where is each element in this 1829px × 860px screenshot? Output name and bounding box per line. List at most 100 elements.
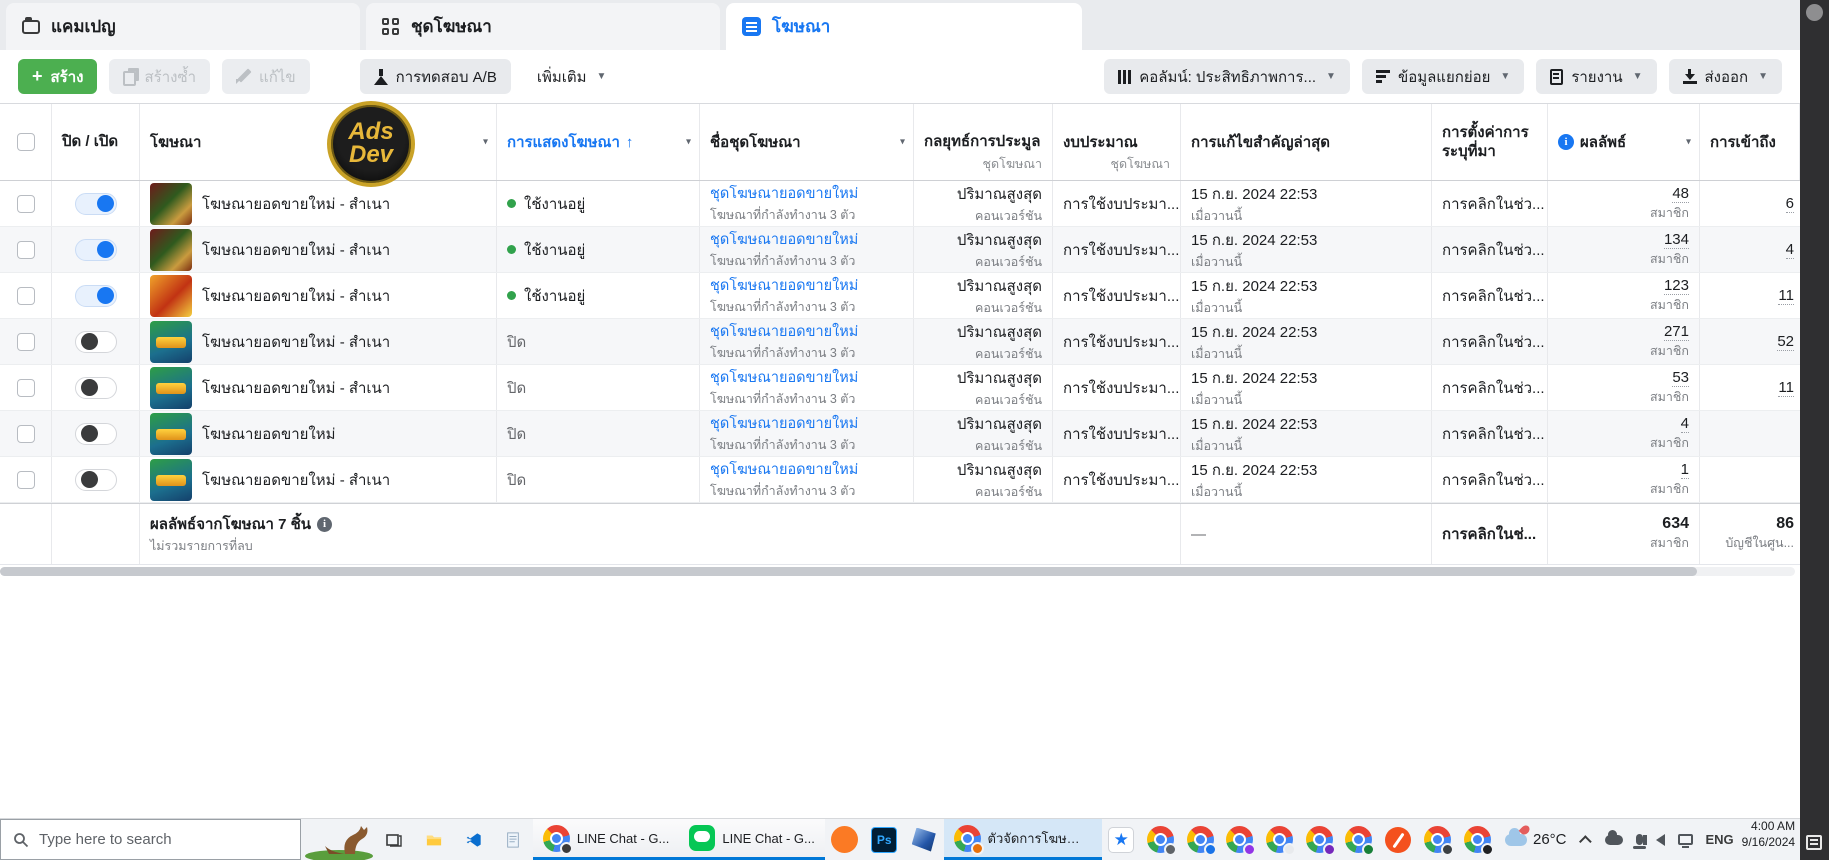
tray-expand-icon[interactable]	[1578, 835, 1592, 848]
ad-toggle[interactable]	[74, 238, 117, 261]
ab-test-button[interactable]: การทดสอบ A/B	[359, 59, 511, 94]
tab-ads[interactable]: โฆษณา	[726, 3, 1082, 50]
tab-ads-label: โฆษณา	[772, 17, 831, 36]
row-checkbox[interactable]	[16, 194, 35, 213]
horizontal-scrollbar-handle[interactable]	[0, 567, 1697, 576]
window-ads-manager[interactable]: ตัวจัดการโฆษณา...	[943, 819, 1102, 860]
network-icon[interactable]	[1677, 834, 1693, 848]
header-reach[interactable]: การเข้าถึง	[1700, 104, 1800, 180]
sort-caret-icon[interactable]: ▾	[686, 137, 691, 148]
blue-app-button[interactable]	[904, 819, 944, 860]
microphone-icon[interactable]	[1632, 834, 1646, 849]
active-dot-icon	[507, 245, 516, 254]
create-button[interactable]: + สร้าง	[18, 59, 98, 94]
speaker-icon[interactable]	[1642, 833, 1665, 846]
file-explorer-button[interactable]	[414, 819, 454, 860]
sort-caret-icon[interactable]: ▾	[1686, 137, 1691, 148]
ad-toggle[interactable]	[74, 192, 117, 215]
chrome-profile-button[interactable]	[1220, 819, 1260, 860]
adset-link[interactable]: ชุดโฆษณายอดขายใหม่	[710, 182, 903, 205]
chevron-down-icon: ▼	[596, 71, 607, 82]
sort-caret-icon[interactable]: ▾	[900, 137, 905, 148]
ad-name[interactable]: โฆษณายอดขายใหม่ - สำเนา	[202, 330, 390, 354]
last-edited: 15 ก.ย. 2024 22:53	[1191, 277, 1318, 295]
adset-link[interactable]: ชุดโฆษณายอดขายใหม่	[710, 458, 903, 481]
adset-link[interactable]: ชุดโฆษณายอดขายใหม่	[710, 366, 903, 389]
adset-link[interactable]: ชุดโฆษณายอดขายใหม่	[710, 274, 903, 297]
chrome-profile-button[interactable]	[1141, 819, 1181, 860]
vscode-button[interactable]	[454, 819, 494, 860]
chrome-icon	[953, 824, 984, 855]
chrome-profile-button[interactable]	[1260, 819, 1300, 860]
chrome-icon	[1226, 826, 1257, 856]
ad-toggle[interactable]	[74, 284, 117, 307]
header-results[interactable]: i ผลลัพธ์ ▾	[1548, 104, 1700, 180]
breakdown-button[interactable]: ข้อมูลแยกย่อย ▼	[1361, 59, 1525, 94]
row-checkbox[interactable]	[16, 378, 35, 397]
row-checkbox[interactable]	[16, 332, 35, 351]
ad-name[interactable]: โฆษณายอดขายใหม่ - สำเนา	[202, 238, 390, 262]
taskbar-search[interactable]: Type here to search	[0, 819, 302, 860]
summary-last-edit: —	[1191, 525, 1206, 543]
info-icon[interactable]: i	[317, 516, 333, 532]
language-indicator[interactable]: ENG	[1706, 832, 1734, 847]
ad-name[interactable]: โฆษณายอดขายใหม่ - สำเนา	[202, 284, 390, 308]
header-attribution[interactable]: การตั้งค่าการระบุที่มา	[1432, 104, 1548, 180]
ad-toggle[interactable]	[74, 376, 117, 399]
reach-value: 52	[1777, 332, 1794, 351]
ad-toggle[interactable]	[74, 422, 117, 445]
ad-toggle[interactable]	[74, 330, 117, 353]
chrome-profile-button[interactable]	[1418, 819, 1458, 860]
row-checkbox[interactable]	[16, 470, 35, 489]
action-center-icon[interactable]	[1806, 835, 1822, 850]
ad-name[interactable]: โฆษณายอดขายใหม่	[202, 422, 336, 446]
photoshop-button[interactable]: Ps	[864, 819, 904, 860]
scroll-knob[interactable]	[1806, 4, 1823, 21]
duplicate-button[interactable]: สร้างซ้ำ	[109, 59, 211, 94]
more-button[interactable]: เพิ่มเติม ▼	[523, 59, 621, 94]
pen-app-button[interactable]	[1378, 819, 1418, 860]
xampp-button[interactable]	[825, 819, 865, 860]
header-last-edit[interactable]: การแก้ไขสำคัญล่าสุด	[1181, 104, 1432, 180]
header-budget[interactable]: งบประมาณ ชุดโฆษณา	[1053, 104, 1181, 180]
row-checkbox[interactable]	[16, 424, 35, 443]
header-ads[interactable]: โฆษณา ▾	[140, 104, 497, 180]
ad-name[interactable]: โฆษณายอดขายใหม่ - สำเนา	[202, 468, 390, 492]
window-line-chat-chrome[interactable]: LINE Chat - G...	[532, 819, 680, 860]
star-app-button[interactable]: ★	[1102, 819, 1142, 860]
header-bid-strategy[interactable]: กลยุทธ์การประมูล ชุดโฆษณา	[914, 104, 1053, 180]
weather-widget[interactable]: 26°C	[1497, 819, 1575, 860]
ad-name[interactable]: โฆษณายอดขายใหม่ - สำเนา	[202, 192, 390, 216]
columns-button[interactable]: คอลัมน์: ประสิทธิภาพการ... ▼	[1104, 59, 1350, 94]
adset-link[interactable]: ชุดโฆษณายอดขายใหม่	[710, 228, 903, 251]
ad-toggle[interactable]	[74, 468, 117, 491]
row-checkbox[interactable]	[16, 240, 35, 259]
chrome-profile-button[interactable]	[1339, 819, 1379, 860]
chrome-profile-button[interactable]	[1181, 819, 1221, 860]
row-checkbox[interactable]	[16, 286, 35, 305]
ad-name[interactable]: โฆษณายอดขายใหม่ - สำเนา	[202, 376, 390, 400]
delivery-status: ใช้งานอยู่	[524, 287, 586, 305]
notepad-button[interactable]	[493, 819, 533, 860]
tab-campaigns[interactable]: แคมเปญ	[6, 3, 360, 50]
horizontal-scrollbar[interactable]	[0, 567, 1795, 576]
profile-badge	[1203, 843, 1217, 856]
chrome-profile-button[interactable]	[1299, 819, 1339, 860]
select-all-checkbox[interactable]	[16, 133, 35, 151]
reports-button[interactable]: รายงาน ▼	[1536, 59, 1657, 94]
sort-caret-icon[interactable]: ▾	[483, 137, 488, 148]
result-subtext: สมาชิก	[1650, 205, 1689, 220]
header-delivery[interactable]: การแสดงโฆษณา ↑ ▾	[497, 104, 700, 180]
window-line-chat-app[interactable]: LINE Chat - G...	[679, 819, 825, 860]
adset-link[interactable]: ชุดโฆษณายอดขายใหม่	[710, 412, 903, 435]
info-icon[interactable]: i	[1558, 134, 1574, 150]
header-adset-name[interactable]: ชื่อชุดโฆษณา ▾	[700, 104, 914, 180]
edit-button[interactable]: แก้ไข	[222, 59, 310, 94]
chrome-profile-button[interactable]	[1457, 819, 1497, 860]
onedrive-icon[interactable]	[1604, 829, 1623, 845]
vertical-scrollbar[interactable]	[1800, 0, 1829, 860]
adset-link[interactable]: ชุดโฆษณายอดขายใหม่	[710, 320, 903, 343]
export-button[interactable]: ส่งออก ▼	[1668, 59, 1782, 94]
tab-adsets[interactable]: ชุดโฆษณา	[366, 3, 720, 50]
ads-dev-watermark-logo: Ads Dev	[327, 101, 415, 187]
